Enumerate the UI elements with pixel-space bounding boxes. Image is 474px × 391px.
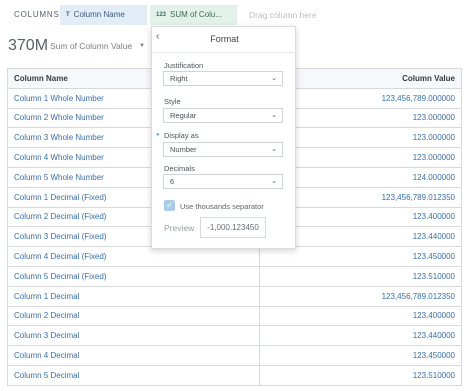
row-column-value[interactable]: 123.450000 [259, 345, 462, 366]
preview-value: -1,000.123450 [200, 217, 266, 238]
justification-label: Justification [164, 61, 204, 70]
table-row: Column 4 Decimal 123.450000 [7, 345, 462, 366]
required-dot-icon: ● [156, 132, 160, 138]
chevron-down-icon: ⌄ [271, 178, 277, 185]
table-row: Column 2 Decimal 123.400000 [7, 305, 462, 327]
column-name-pill-label: Column Name [73, 10, 125, 19]
style-select[interactable]: Regular ⌄ [163, 108, 283, 123]
justification-value: Right [170, 74, 188, 83]
sum-column-pill-label: SUM of Colu... [170, 10, 223, 19]
table-row: Column 4 Decimal (Fixed) 123.450000 [7, 246, 462, 267]
decimals-label: Decimals [164, 164, 195, 173]
row-column-value[interactable]: 123.440000 [259, 325, 462, 347]
style-value: Regular [170, 111, 197, 120]
text-type-icon: T [66, 12, 70, 18]
columns-label: COLUMNS [14, 10, 60, 19]
row-column-name[interactable]: Column 3 Decimal [7, 325, 260, 347]
table-row: Column 5 Decimal (Fixed) 123.510000 [7, 265, 462, 287]
style-label: Style [164, 97, 181, 106]
display-as-select[interactable]: Number ⌄ [163, 142, 283, 157]
table-row: Column 3 Decimal 123.440000 [7, 325, 462, 347]
row-column-value[interactable]: 123.400000 [259, 305, 462, 327]
decimals-select[interactable]: 6 ⌄ [163, 174, 283, 189]
chevron-down-icon: ⌄ [271, 146, 277, 153]
table-row: Column 1 Decimal 123,456,789.012350 [7, 285, 462, 307]
row-column-name[interactable]: Column 5 Decimal [7, 364, 260, 386]
chevron-down-icon: ⌄ [271, 112, 277, 119]
format-popover: ‹ Format Justification Right ⌄ Style Reg… [151, 26, 297, 249]
thousands-separator-checkbox[interactable]: ✓ [164, 200, 175, 211]
aggregate-selector[interactable]: Sum of Column Value [50, 41, 132, 51]
thousands-separator-label[interactable]: Use thousands separator [180, 202, 264, 211]
row-column-name[interactable]: Column 2 Decimal [7, 305, 260, 327]
chevron-down-icon: ⌄ [271, 75, 277, 82]
preview-label: Preview [164, 223, 195, 233]
row-column-name[interactable]: Column 4 Decimal [7, 345, 260, 366]
row-column-name[interactable]: Column 5 Decimal (Fixed) [7, 265, 260, 287]
row-column-name[interactable]: Column 1 Decimal [7, 285, 260, 307]
row-column-value[interactable]: 123.510000 [259, 364, 462, 386]
popover-divider [152, 52, 297, 53]
display-as-label: Display as [164, 131, 199, 140]
row-column-value[interactable]: 123.450000 [259, 246, 462, 267]
sum-column-pill[interactable]: 123 SUM of Colu... [150, 5, 237, 25]
decimals-value: 6 [170, 177, 175, 186]
chevron-down-icon[interactable]: ▼ [139, 43, 145, 49]
table-row: Column 5 Decimal 123.510000 [7, 364, 462, 386]
display-as-value: Number [170, 145, 197, 154]
popover-title: Format [210, 34, 239, 44]
checkmark-icon: ✓ [166, 201, 173, 210]
row-column-value[interactable]: 123.510000 [259, 265, 462, 287]
number-type-icon: 123 [156, 12, 167, 18]
row-column-name[interactable]: Column 4 Decimal (Fixed) [7, 246, 260, 267]
column-name-pill[interactable]: T Column Name [60, 5, 147, 25]
justification-select[interactable]: Right ⌄ [163, 71, 283, 86]
drag-column-drop-zone[interactable]: Drag column here [249, 10, 317, 20]
total-value: 370M [8, 37, 49, 54]
row-column-value[interactable]: 123,456,789.012350 [259, 285, 462, 307]
